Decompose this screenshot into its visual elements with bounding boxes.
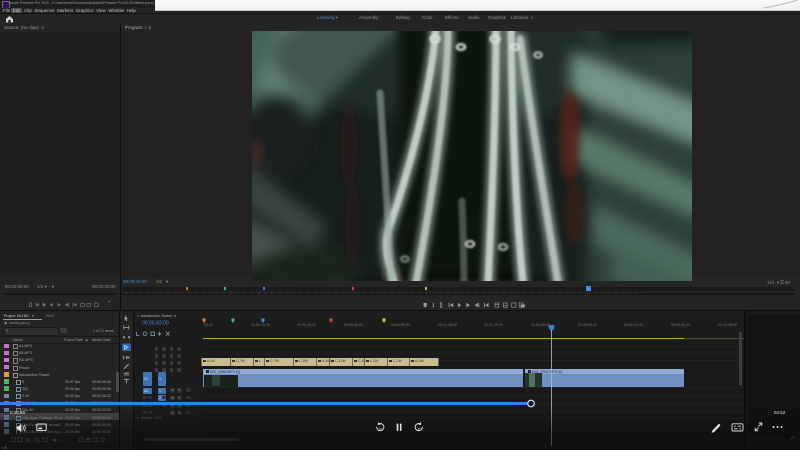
svg-text:10: 10 (418, 427, 422, 431)
svg-text:10: 10 (378, 427, 382, 431)
